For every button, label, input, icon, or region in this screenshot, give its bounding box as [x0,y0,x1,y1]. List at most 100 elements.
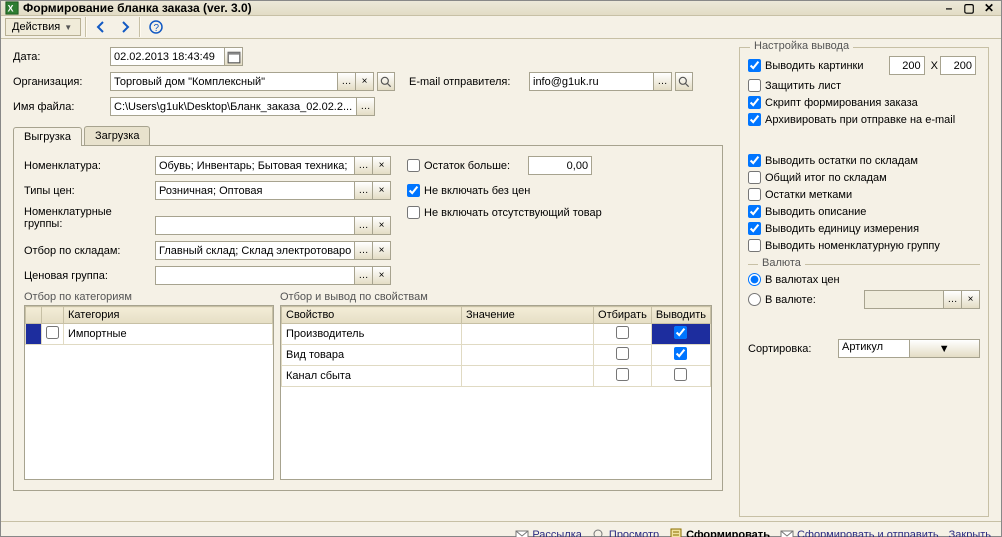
prop-select-checkbox[interactable] [616,347,629,360]
prop-value-cell[interactable] [462,324,594,345]
clear-icon[interactable]: × [373,181,391,200]
filename-label: Имя файла: [13,101,110,113]
prop-value-cell[interactable] [462,345,594,366]
ellipsis-icon[interactable]: … [355,266,373,285]
total-by-wh-checkbox[interactable] [748,171,761,184]
tab-content-export: Номенклатура: … × Остаток больше: Типы ц… [13,146,723,491]
remain-greater-checkbox[interactable] [407,159,420,172]
ellipsis-icon[interactable]: … [654,72,672,91]
ellipsis-icon[interactable]: … [355,181,373,200]
property-grid[interactable]: Свойство Значение Отбирать Выводить Прои… [280,305,712,480]
preview-button[interactable]: Просмотр [592,528,659,537]
show-desc-checkbox[interactable] [748,205,761,218]
show-images-checkbox[interactable] [748,59,761,72]
archive-email-label: Архивировать при отправке на e-mail [765,114,955,126]
titlebar: X Формирование бланка заказа (ver. 3.0) … [1,1,1001,16]
ellipsis-icon[interactable]: … [338,72,356,91]
sort-select[interactable]: Артикул ▼ [838,339,980,358]
currency-input[interactable] [864,290,944,309]
chevron-down-icon[interactable]: ▼ [909,340,980,357]
org-input[interactable] [110,72,338,91]
mailing-button[interactable]: Рассылка [515,528,582,537]
ellipsis-icon[interactable]: … [355,216,373,235]
ellipsis-icon[interactable]: … [357,97,375,116]
cat-row-name[interactable]: Импортные [64,324,273,345]
search-icon[interactable] [377,72,395,91]
in-price-currencies-radio[interactable] [748,273,761,286]
clear-icon[interactable]: × [962,290,980,309]
prop-col-value: Значение [462,307,594,324]
category-grid[interactable]: Категория Импортные [24,305,274,480]
image-width-input[interactable] [889,56,925,75]
exclude-no-prices-label: Не включать без цен [424,185,530,197]
exclude-no-prices-checkbox[interactable] [407,184,420,197]
help-icon[interactable]: ? [145,16,167,38]
prop-cell[interactable]: Канал сбыта [282,366,462,387]
prop-output-checkbox[interactable] [674,326,687,339]
price-types-label: Типы цен: [24,185,155,197]
prop-output-checkbox[interactable] [674,368,687,381]
ellipsis-icon[interactable]: … [355,241,373,260]
prop-col-output: Выводить [651,307,710,324]
stock-by-wh-checkbox[interactable] [748,154,761,167]
nomenclature-input[interactable] [155,156,355,175]
search-icon[interactable] [675,72,693,91]
nomenclature-label: Номенклатура: [24,160,155,172]
show-unit-label: Выводить единицу измерения [765,223,919,235]
tab-export[interactable]: Выгрузка [13,127,82,146]
image-height-input[interactable] [940,56,976,75]
undo-icon[interactable] [91,16,113,38]
close-button[interactable]: Закрыть [949,529,991,537]
filename-input[interactable] [110,97,357,116]
prop-output-checkbox[interactable] [674,347,687,360]
close-window-button[interactable]: ✕ [981,1,997,15]
date-input[interactable] [110,47,225,66]
prop-cell[interactable]: Вид товара [282,345,462,366]
date-picker-icon[interactable] [225,47,243,66]
svg-text:?: ? [154,23,160,34]
show-nom-group-checkbox[interactable] [748,239,761,252]
generate-send-button[interactable]: Сформировать и отправить [780,528,939,537]
remain-greater-value[interactable] [528,156,592,175]
tab-import[interactable]: Загрузка [84,126,150,145]
clear-icon[interactable]: × [356,72,374,91]
clear-icon[interactable]: × [373,241,391,260]
remain-greater-label: Остаток больше: [424,160,510,172]
stock-marks-label: Остатки метками [765,189,852,201]
price-types-input[interactable] [155,181,355,200]
email-input[interactable] [529,72,654,91]
redo-icon[interactable] [113,16,135,38]
ellipsis-icon[interactable]: … [944,290,962,309]
prop-cell[interactable]: Производитель [282,324,462,345]
in-currency-radio[interactable] [748,293,761,306]
generate-button[interactable]: Сформировать [669,528,770,537]
minimize-button[interactable]: – [941,1,957,15]
order-script-checkbox[interactable] [748,96,761,109]
clear-icon[interactable]: × [373,216,391,235]
nom-groups-input[interactable] [155,216,355,235]
protect-sheet-checkbox[interactable] [748,79,761,92]
prop-filter-title: Отбор и вывод по свойствам [280,291,712,303]
email-label: E-mail отправителя: [409,76,529,88]
actions-label: Действия [12,21,60,33]
prop-select-checkbox[interactable] [616,368,629,381]
row-marker[interactable] [26,324,42,345]
exclude-missing-checkbox[interactable] [407,206,420,219]
clear-icon[interactable]: × [373,266,391,285]
price-group-label: Ценовая группа: [24,270,155,282]
prop-value-cell[interactable] [462,366,594,387]
archive-email-checkbox[interactable] [748,113,761,126]
cat-row-checkbox[interactable] [46,326,59,339]
x-label: X [931,60,938,72]
separator [139,17,141,37]
stock-marks-checkbox[interactable] [748,188,761,201]
maximize-button[interactable]: ▢ [961,1,977,15]
actions-menu[interactable]: Действия ▼ [5,18,81,36]
show-unit-checkbox[interactable] [748,222,761,235]
price-group-input[interactable] [155,266,355,285]
clear-icon[interactable]: × [373,156,391,175]
cat-col-category: Категория [64,307,273,324]
ellipsis-icon[interactable]: … [355,156,373,175]
prop-select-checkbox[interactable] [616,326,629,339]
warehouse-input[interactable] [155,241,355,260]
